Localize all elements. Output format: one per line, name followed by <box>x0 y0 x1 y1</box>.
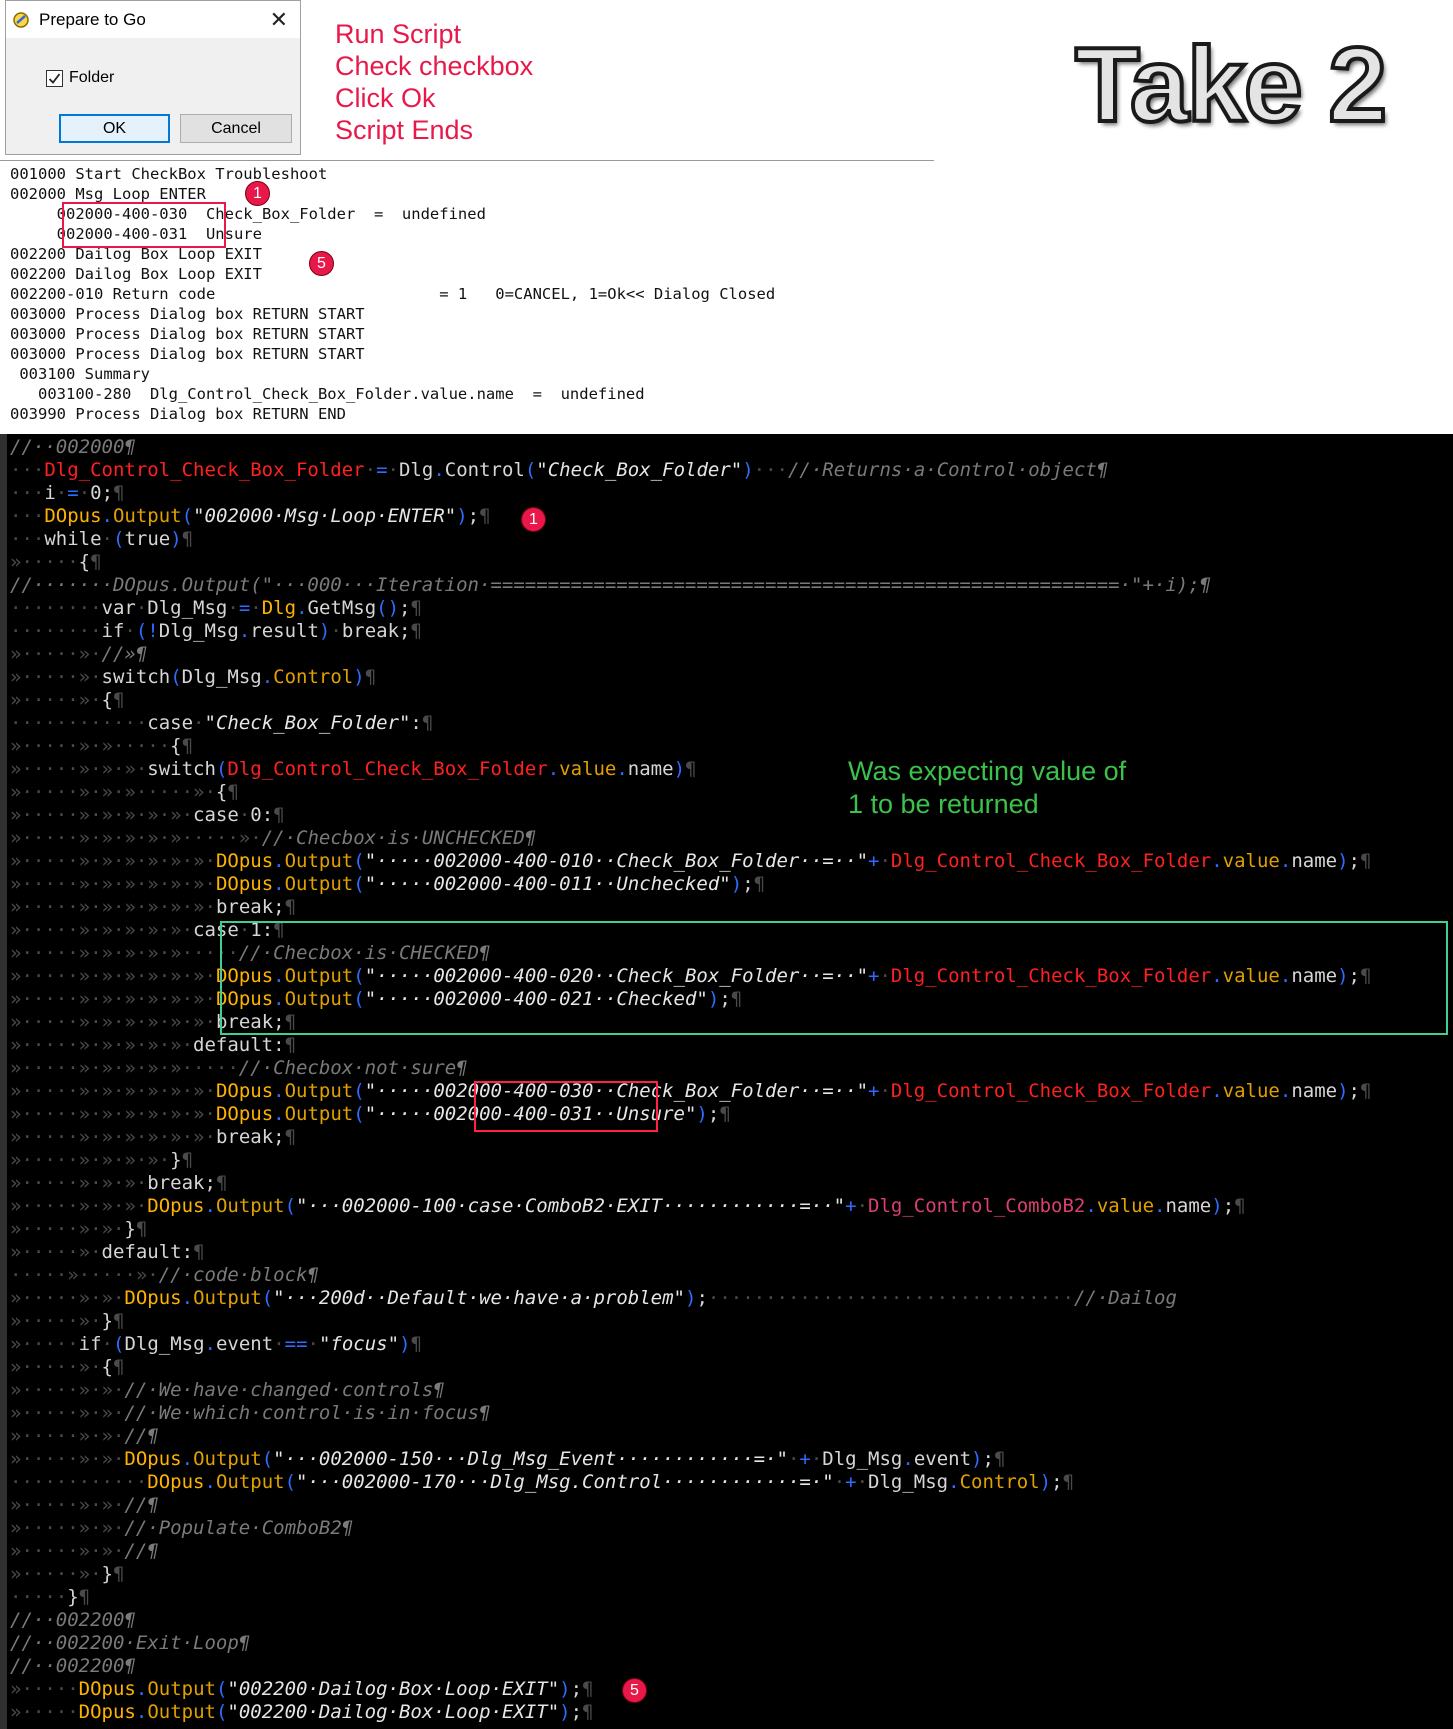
dialog-titlebar: Prepare to Go ✕ <box>6 1 300 38</box>
close-icon[interactable]: ✕ <box>270 7 288 33</box>
checkmark-icon <box>48 72 61 84</box>
ok-button[interactable]: OK <box>59 114 170 143</box>
step-item: Click Ok <box>335 83 436 113</box>
folder-checkbox[interactable] <box>46 69 63 87</box>
badge-1: 1 <box>245 181 270 206</box>
code-text: //··002000¶ ···Dlg_Control_Check_Box_Fol… <box>10 436 1372 1723</box>
badge-5: 5 <box>309 251 334 276</box>
prepare-dialog: Prepare to Go ✕ Folder OK Cancel <box>5 0 301 155</box>
folder-checkbox-row[interactable]: Folder <box>46 69 114 87</box>
editor-gutter <box>0 434 7 1729</box>
badge-5: 5 <box>622 1678 647 1703</box>
code-highlight-box <box>474 1081 658 1132</box>
case-1-highlight-box <box>220 921 1448 1035</box>
log-highlight-box <box>62 202 226 248</box>
log-output-panel: 001000 Start CheckBox Troubleshoot 00200… <box>0 160 934 435</box>
badge-1: 1 <box>521 507 546 532</box>
expectation-note: Was expecting value of 1 to be returned <box>848 756 1127 819</box>
step-item: Script Ends <box>335 115 474 145</box>
dialog-app-icon <box>12 11 30 29</box>
folder-checkbox-label: Folder <box>69 69 115 86</box>
code-editor[interactable]: //··002000¶ ···Dlg_Control_Check_Box_Fol… <box>0 434 1453 1729</box>
take-label: Take 2 <box>1073 24 1389 146</box>
steps-annotation: Run Script Check checkbox Click Ok Scrip… <box>335 18 533 146</box>
step-item: Check checkbox <box>335 51 534 81</box>
dialog-title: Prepare to Go <box>39 10 146 29</box>
cancel-button[interactable]: Cancel <box>180 114 292 143</box>
step-item: Run Script <box>335 19 462 49</box>
